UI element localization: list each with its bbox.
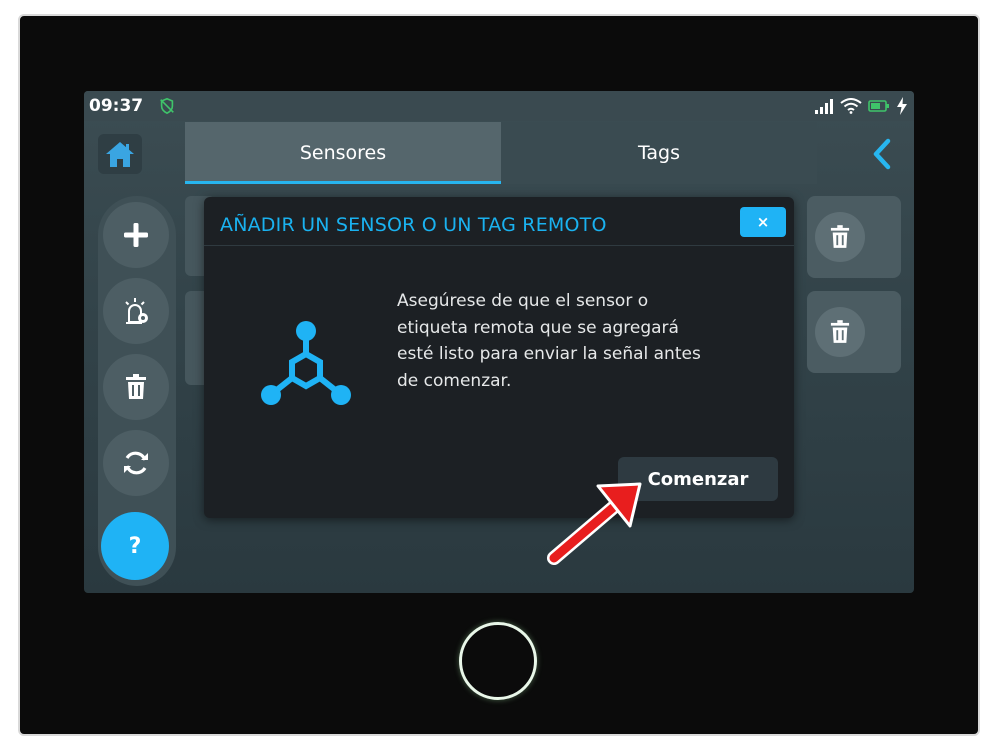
trash-icon: [830, 320, 850, 343]
nav-bar: Sensores Tags: [84, 122, 914, 184]
network-nodes-icon: [261, 321, 351, 405]
tab-tags[interactable]: Tags: [501, 122, 817, 184]
item-delete-button[interactable]: [815, 212, 865, 262]
tab-tags-label: Tags: [637, 142, 681, 164]
dialog-message-line: Asegúrese de que el sensor o: [397, 291, 649, 311]
add-button[interactable]: [103, 202, 169, 268]
dialog-message: Asegúrese de que el sensor o etiqueta re…: [397, 288, 737, 394]
trash-icon: [126, 374, 146, 399]
battery-icon: [868, 100, 889, 112]
alarm-settings-icon: [125, 298, 148, 324]
list-item-delete-card: [807, 291, 901, 373]
screen: 09:37 Sensores Tags ? AÑADIR UN SENSOR O…: [84, 91, 914, 593]
tab-sensores-label: Sensores: [299, 142, 387, 164]
add-sensor-dialog: AÑADIR UN SENSOR O UN TAG REMOTO × Asegú…: [204, 197, 794, 518]
item-delete-button[interactable]: [815, 307, 865, 357]
help-button[interactable]: ?: [101, 512, 169, 580]
shield-off-icon: [160, 97, 174, 115]
dialog-divider: [204, 245, 794, 246]
red-arrow-icon: [547, 482, 642, 565]
alarm-settings-button[interactable]: [103, 278, 169, 344]
close-button[interactable]: ×: [740, 207, 786, 237]
tab-sensores[interactable]: Sensores: [185, 122, 501, 184]
delete-button[interactable]: [103, 354, 169, 420]
dialog-message-line: etiqueta remota que se agregará: [397, 317, 679, 338]
status-time: 09:37: [89, 96, 144, 116]
dialog-message-line: de comenzar.: [397, 370, 512, 391]
sync-icon: [124, 451, 148, 475]
list-item-delete-card: [807, 196, 901, 278]
left-toolbar: ?: [98, 196, 176, 586]
dialog-title: AÑADIR UN SENSOR O UN TAG REMOTO: [220, 214, 607, 236]
charging-bolt-icon: [897, 97, 907, 115]
status-bar: 09:37: [84, 91, 914, 121]
dialog-message-line: esté listo para enviar la señal antes: [397, 344, 701, 364]
trash-icon: [830, 225, 850, 248]
home-icon: [106, 142, 134, 167]
wifi-icon: [840, 98, 862, 114]
chevron-left-icon[interactable]: [870, 138, 894, 170]
home-button[interactable]: [98, 134, 142, 174]
add-icon: [124, 223, 148, 247]
signal-icon: [815, 99, 833, 114]
device-home-button[interactable]: [459, 622, 537, 700]
sync-button[interactable]: [103, 430, 169, 496]
